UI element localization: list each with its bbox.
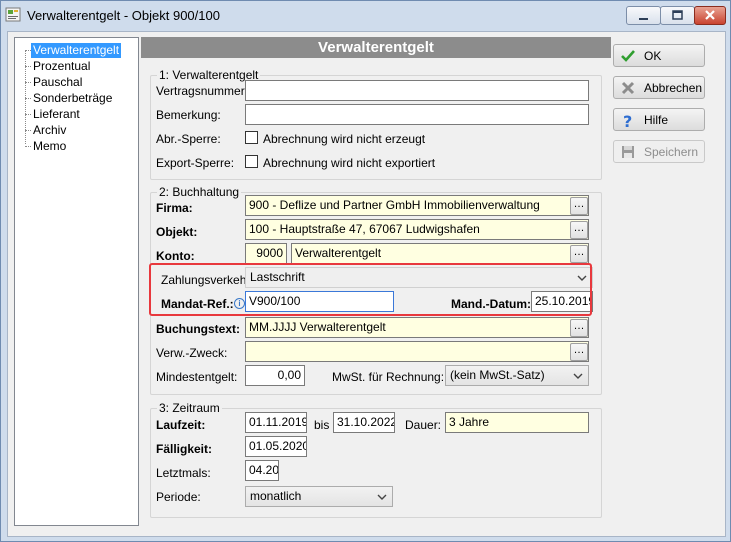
navigation-tree: Verwalterentgelt Prozentual Pauschal Son… (14, 37, 139, 526)
periode-select[interactable]: monatlich (245, 486, 393, 507)
mwst-label: MwSt. für Rechnung: (332, 370, 445, 384)
floppy-disk-icon (622, 146, 634, 158)
firma-label: Firma: (156, 201, 193, 215)
laufzeit-to-input[interactable]: 31.10.2022 (333, 412, 395, 433)
verw-zweck-lookup-button[interactable]: … (570, 343, 588, 361)
mwst-value: (kein MwSt.-Satz) (450, 368, 545, 382)
check-icon (621, 50, 635, 62)
letztmals-input[interactable]: 04.20 (245, 460, 279, 481)
mwst-select[interactable]: (kein MwSt.-Satz) (445, 365, 589, 386)
hilfe-button[interactable]: ? Hilfe (613, 108, 705, 131)
close-button[interactable] (694, 6, 726, 25)
tree-item-lieferant[interactable]: Lieferant (31, 107, 82, 122)
minimize-button[interactable] (626, 6, 661, 25)
tree-item-verwalterentgelt[interactable]: Verwalterentgelt (31, 43, 122, 58)
chevron-down-icon (573, 373, 583, 379)
dauer-input[interactable]: 3 Jahre (445, 412, 589, 433)
mindestentgelt-input[interactable]: 0,00 (245, 365, 305, 386)
ok-button-label: OK (644, 49, 662, 63)
objekt-lookup-button[interactable]: … (570, 221, 588, 239)
abr-sperre-label: Abr.-Sperre: (156, 132, 221, 146)
dialog-client-area: Verwalterentgelt Prozentual Pauschal Son… (7, 31, 726, 537)
help-question-icon: ? (623, 112, 632, 128)
periode-label: Periode: (156, 490, 201, 504)
verw-zweck-label: Verw.-Zweck: (156, 346, 228, 360)
letztmals-label: Letztmals: (156, 466, 211, 480)
abbrechen-button-label: Abbrechen (644, 81, 703, 95)
objekt-input[interactable]: 100 - Hauptstraße 47, 67067 Ludwigshafen (245, 219, 589, 240)
vertragsnummer-input[interactable] (245, 80, 589, 101)
abr-sperre-checkbox[interactable] (245, 131, 258, 144)
konto-label: Konto: (156, 249, 195, 263)
group-title-buchhaltung: 2: Buchhaltung (157, 185, 242, 199)
laufzeit-from-input[interactable]: 01.11.2019 (245, 412, 307, 433)
minimize-icon (639, 18, 648, 20)
window-title: Verwalterentgelt - Objekt 900/100 (27, 8, 220, 23)
maximize-icon (672, 10, 683, 20)
abbrechen-button[interactable]: Abbrechen (613, 76, 705, 99)
panel-title: Verwalterentgelt (141, 37, 611, 58)
firma-input[interactable]: 900 - Deflize und Partner GmbH Immobilie… (245, 195, 589, 216)
vertragsnummer-label: Vertragsnummer: (156, 84, 249, 98)
tree-item-pauschal[interactable]: Pauschal (31, 75, 84, 90)
title-bar[interactable]: Verwalterentgelt - Objekt 900/100 (1, 1, 730, 31)
group-title-zeitraum: 3: Zeitraum (157, 401, 222, 415)
ok-button[interactable]: OK (613, 44, 705, 67)
dialog-window: Verwalterentgelt - Objekt 900/100 Verwal… (0, 0, 731, 542)
tree-item-archiv[interactable]: Archiv (31, 123, 68, 138)
highlight-frame (149, 263, 592, 316)
maximize-button[interactable] (660, 6, 695, 25)
export-sperre-checkbox[interactable] (245, 155, 258, 168)
speichern-button-label: Speichern (644, 145, 699, 159)
tree-item-prozentual[interactable]: Prozentual (31, 59, 92, 74)
konto-lookup-button[interactable]: … (570, 245, 588, 263)
mindestentgelt-label: Mindestentgelt: (156, 370, 238, 384)
konto-number-input[interactable]: 9000 (245, 243, 287, 264)
objekt-label: Objekt: (156, 225, 198, 239)
app-icon (5, 7, 21, 22)
bemerkung-input[interactable] (245, 104, 589, 125)
close-icon (705, 10, 715, 20)
tree-item-sonderbetraege[interactable]: Sonderbeträge (31, 91, 114, 106)
svg-text:?: ? (623, 112, 632, 128)
bemerkung-label: Bemerkung: (156, 108, 221, 122)
cancel-x-icon (621, 81, 635, 95)
buchungstext-input[interactable]: MM.JJJJ Verwalterentgelt (245, 317, 589, 338)
periode-value: monatlich (250, 489, 302, 503)
laufzeit-bis-label: bis (314, 418, 330, 432)
hilfe-button-label: Hilfe (644, 113, 669, 127)
faelligkeit-input[interactable]: 01.05.2020 (245, 436, 307, 457)
export-sperre-checkbox-label[interactable]: Abrechnung wird nicht exportiert (263, 156, 435, 170)
export-sperre-label: Export-Sperre: (156, 156, 235, 170)
buchungstext-lookup-button[interactable]: … (570, 319, 588, 337)
laufzeit-label: Laufzeit: (156, 418, 206, 432)
chevron-down-icon (377, 494, 387, 500)
speichern-button[interactable]: Speichern (613, 140, 705, 163)
buchungstext-label: Buchungstext: (156, 322, 240, 336)
konto-name-input[interactable]: Verwalterentgelt (291, 243, 589, 264)
tree-item-memo[interactable]: Memo (31, 139, 68, 154)
dauer-label: Dauer: (405, 418, 442, 432)
firma-lookup-button[interactable]: … (570, 197, 588, 215)
verw-zweck-input[interactable] (245, 341, 589, 362)
faelligkeit-label: Fälligkeit: (156, 442, 213, 456)
abr-sperre-checkbox-label[interactable]: Abrechnung wird nicht erzeugt (263, 132, 425, 146)
